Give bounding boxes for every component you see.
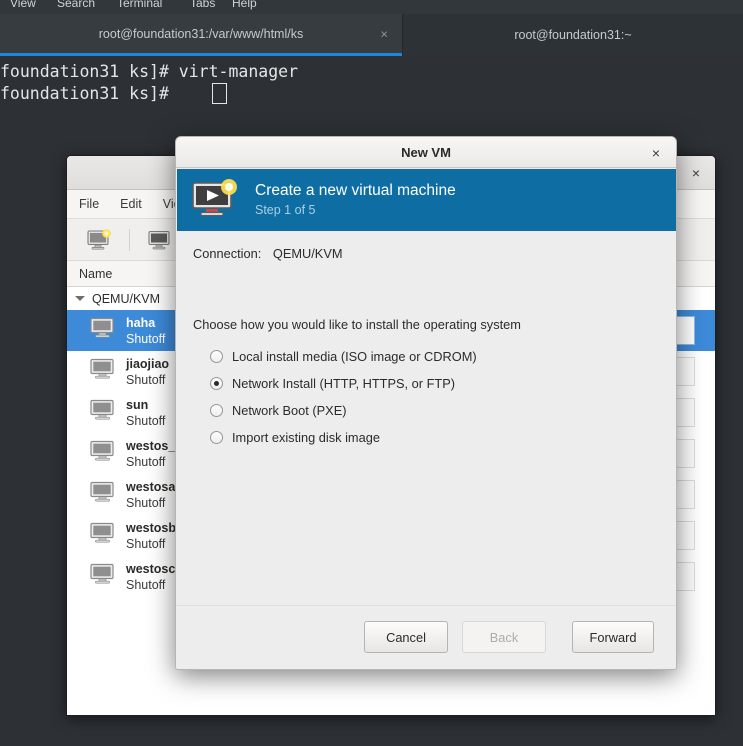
vm-text: haha Shutoff xyxy=(126,315,165,347)
vm-name: sun xyxy=(126,397,149,412)
banner-text: Create a new virtual machine Step 1 of 5 xyxy=(255,181,456,219)
connection-label: Connection: xyxy=(193,246,262,261)
monitor-icon xyxy=(90,440,114,461)
vm-name: westos_v xyxy=(126,438,183,453)
terminal-tab-ks-label: root@foundation31:/var/www/html/ks xyxy=(98,26,304,41)
connection-value: QEMU/KVM xyxy=(272,246,343,261)
vm-state: Shutoff xyxy=(126,331,166,346)
install-option-0[interactable]: Local install media (ISO image or CDROM) xyxy=(210,343,477,370)
install-option-label: Import existing disk image xyxy=(232,430,380,445)
new-vm-button[interactable] xyxy=(79,225,121,255)
vm-monitor-icon xyxy=(89,522,116,549)
cancel-button[interactable]: Cancel xyxy=(364,621,448,653)
radio-button-icon[interactable] xyxy=(210,350,223,363)
dialog-banner: Create a new virtual machine Step 1 of 5 xyxy=(177,169,676,231)
install-option-1[interactable]: Network Install (HTTP, HTTPS, or FTP) xyxy=(210,370,477,397)
terminal-tab-home-label: root@foundation31:~ xyxy=(514,28,632,42)
close-icon[interactable]: × xyxy=(380,27,388,40)
new-vm-icon xyxy=(192,179,237,217)
vm-name: westosa xyxy=(126,479,176,494)
terminal-tab-ks[interactable]: root@foundation31:/var/www/html/ks × xyxy=(0,14,402,56)
install-option-label: Network Boot (PXE) xyxy=(232,403,347,418)
radio-button-icon[interactable] xyxy=(210,404,223,417)
vm-monitor-icon xyxy=(89,440,116,467)
dialog-footer: Cancel Back Forward xyxy=(176,605,676,669)
monitor-icon xyxy=(90,522,114,543)
vm-text: westos_v Shutoff xyxy=(126,438,182,470)
back-button: Back xyxy=(462,621,546,653)
forward-button[interactable]: Forward xyxy=(572,621,654,653)
menu-item-view[interactable]: View xyxy=(10,0,36,10)
terminal-tab-home[interactable]: root@foundation31:~ xyxy=(402,14,743,56)
vm-state: Shutoff xyxy=(126,454,166,469)
connection-row: Connection: QEMU/KVM xyxy=(193,246,343,261)
vm-monitor-icon xyxy=(89,399,116,426)
terminal-menubar: View Search Terminal Tabs Help xyxy=(0,0,743,14)
monitor-icon xyxy=(90,317,114,338)
vm-name: jiaojiao xyxy=(126,356,170,371)
install-option-3[interactable]: Import existing disk image xyxy=(210,424,477,451)
close-icon[interactable]: × xyxy=(687,164,705,182)
vm-name: haha xyxy=(126,315,156,330)
install-method-radio-group[interactable]: Local install media (ISO image or CDROM)… xyxy=(210,343,477,451)
new-vm-icon xyxy=(87,228,111,250)
vm-state: Shutoff xyxy=(126,372,166,387)
install-option-label: Local install media (ISO image or CDROM) xyxy=(232,349,477,364)
vm-state: Shutoff xyxy=(126,413,166,428)
vm-state: Shutoff xyxy=(126,536,166,551)
menu-item-search[interactable]: Search xyxy=(57,0,95,10)
dialog-titlebar: New VM × xyxy=(176,137,676,168)
monitor-icon xyxy=(90,563,114,584)
menu-item-help[interactable]: Help xyxy=(232,0,257,10)
vm-state: Shutoff xyxy=(126,495,166,510)
menu-item-tabs[interactable]: Tabs xyxy=(190,0,215,10)
toolbar-separator xyxy=(129,228,130,251)
vm-text: sun Shutoff xyxy=(126,397,165,429)
vmm-menu-file[interactable]: File xyxy=(79,197,99,211)
vm-state: Shutoff xyxy=(126,577,166,592)
dialog-body: Connection: QEMU/KVM Choose how you woul… xyxy=(176,231,676,605)
close-icon[interactable]: × xyxy=(648,145,664,161)
vm-monitor-icon xyxy=(89,358,116,385)
terminal-line-1: foundation31 ks]# virt-manager xyxy=(0,62,299,81)
vmm-menu-edit[interactable]: Edit xyxy=(120,197,142,211)
vm-text: westosc Shutoff xyxy=(126,561,175,593)
connection-group-label: QEMU/KVM xyxy=(92,291,161,306)
terminal-line-2: foundation31 ks]# xyxy=(0,84,179,103)
vm-monitor-icon xyxy=(89,563,116,590)
terminal-tab-bar: root@foundation31:/var/www/html/ks × roo… xyxy=(0,14,743,56)
menu-item-terminal[interactable]: Terminal xyxy=(117,0,162,10)
vm-text: westosb Shutoff xyxy=(126,520,176,552)
banner-subtitle: Step 1 of 5 xyxy=(255,203,316,218)
vm-monitor-icon xyxy=(89,481,116,508)
radio-button-icon[interactable] xyxy=(210,377,223,390)
monitor-icon xyxy=(90,399,114,420)
vm-monitor-icon xyxy=(89,317,116,344)
vm-text: jiaojiao Shutoff xyxy=(126,356,169,388)
radio-button-icon[interactable] xyxy=(210,431,223,444)
terminal-cursor xyxy=(212,83,227,104)
vm-name: westosc xyxy=(126,561,176,576)
chevron-down-icon[interactable] xyxy=(75,296,85,301)
dialog-title: New VM xyxy=(401,144,451,160)
open-vm-button[interactable] xyxy=(138,225,180,255)
install-method-label: Choose how you would like to install the… xyxy=(193,317,521,332)
monitor-icon xyxy=(148,230,170,249)
monitor-icon xyxy=(90,358,114,379)
banner-title: Create a new virtual machine xyxy=(255,181,456,199)
vm-text: westosa Shutoff xyxy=(126,479,175,511)
vm-name: westosb xyxy=(126,520,177,535)
new-vm-dialog: New VM × Create a new virtual machine St… xyxy=(175,136,677,670)
install-option-label: Network Install (HTTP, HTTPS, or FTP) xyxy=(232,376,456,391)
install-option-2[interactable]: Network Boot (PXE) xyxy=(210,397,477,424)
monitor-icon xyxy=(90,481,114,502)
